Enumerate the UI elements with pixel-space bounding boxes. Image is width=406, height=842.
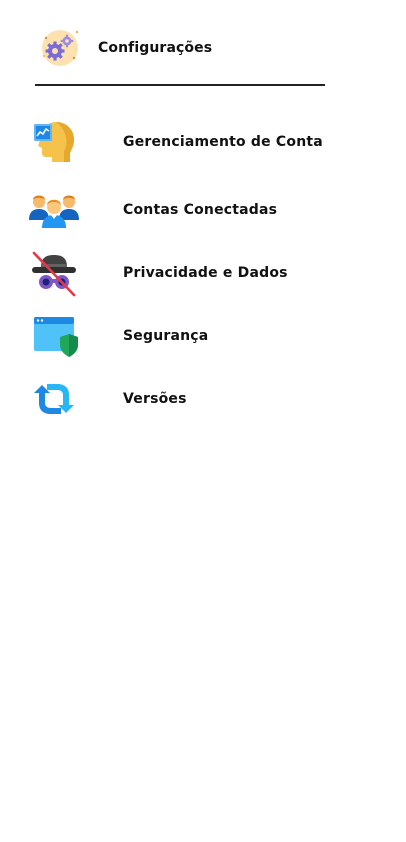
menu-item-security[interactable]: Segurança <box>28 310 358 362</box>
settings-header: Configurações <box>38 20 338 76</box>
header-divider <box>35 84 325 86</box>
menu-item-label: Contas Conectadas <box>123 202 278 218</box>
settings-gears-icon <box>38 26 82 70</box>
menu-item-connected-accounts[interactable]: Contas Conectadas <box>28 184 358 236</box>
versions-refresh-icon <box>28 373 80 425</box>
menu-item-label: Segurança <box>123 328 209 344</box>
menu-item-privacy-data[interactable]: Privacidade e Dados <box>28 247 358 299</box>
menu-item-label: Gerenciamento de Conta <box>123 134 323 150</box>
menu-item-label: Versões <box>123 391 187 407</box>
privacy-incognito-icon <box>28 247 80 299</box>
security-shield-window-icon <box>28 310 80 362</box>
connected-accounts-users-icon <box>28 184 80 236</box>
menu-item-label: Privacidade e Dados <box>123 265 288 281</box>
menu-item-account-management[interactable]: Gerenciamento de Conta <box>28 116 358 168</box>
page-title: Configurações <box>98 40 213 56</box>
account-management-head-icon <box>28 116 80 168</box>
menu-item-versions[interactable]: Versões <box>28 373 358 425</box>
